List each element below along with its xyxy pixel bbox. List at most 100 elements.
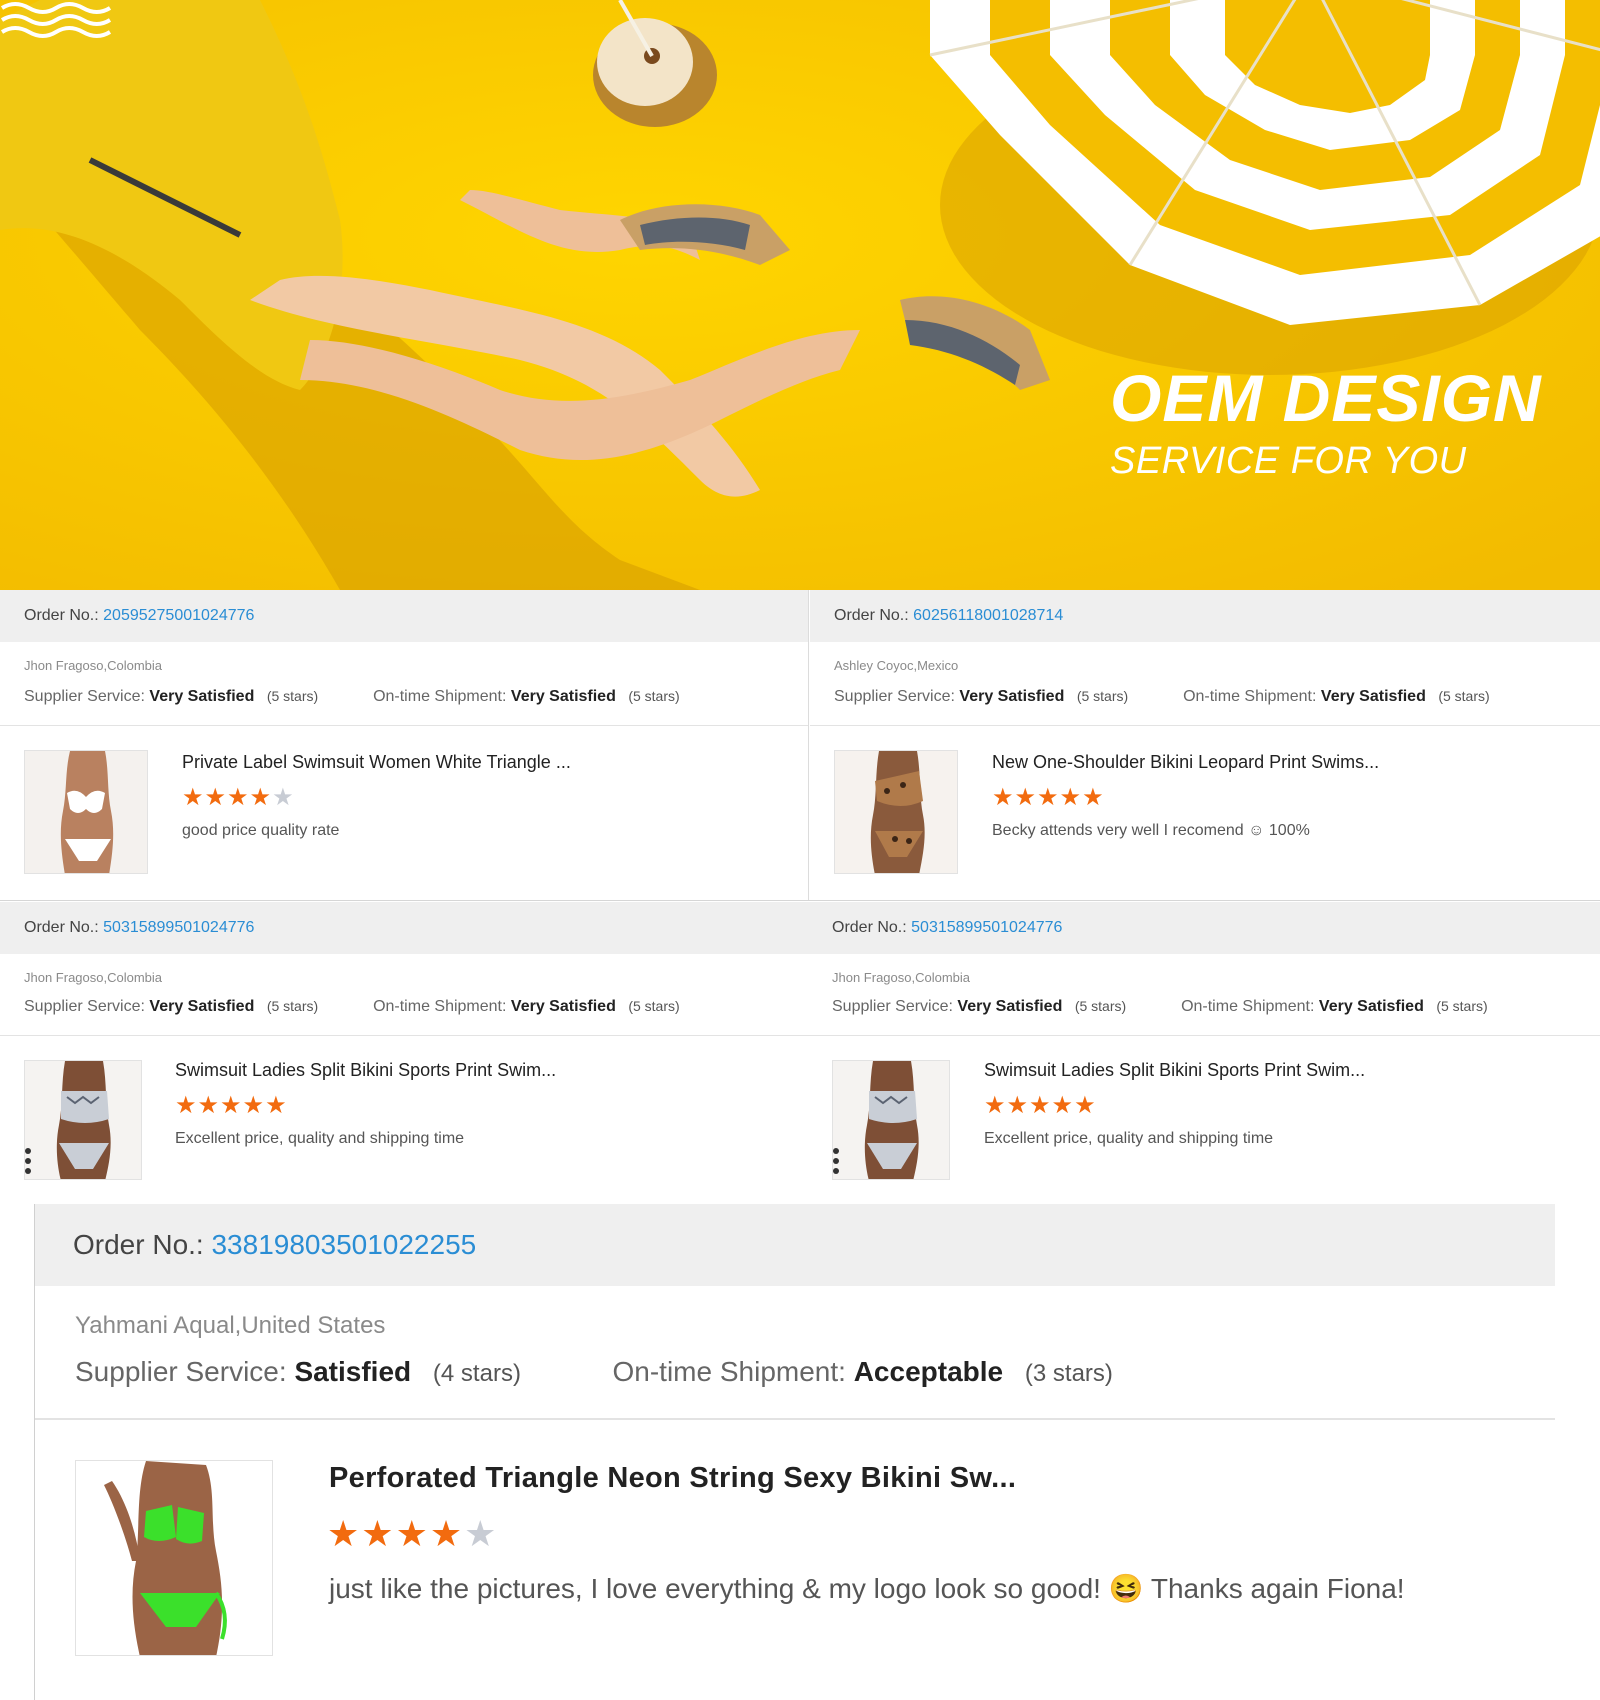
rating-stars: ★ ★ ★ ★ ★ bbox=[175, 1094, 288, 1118]
more-dots-icon[interactable] bbox=[833, 1148, 839, 1174]
review-comment: Excellent price, quality and shipping ti… bbox=[175, 1130, 465, 1147]
star-filled-icon: ★ bbox=[265, 1092, 287, 1119]
shipment-value: Acceptable bbox=[853, 1356, 1004, 1387]
product-thumbnail[interactable] bbox=[24, 750, 148, 874]
shipment-stars: (5 stars) bbox=[628, 688, 680, 704]
shipment-value: Very Satisfied bbox=[1318, 998, 1424, 1015]
star-filled-icon: ★ bbox=[182, 784, 204, 811]
banner-subtitle: SERVICE FOR YOU bbox=[1110, 440, 1467, 482]
more-dots-icon[interactable] bbox=[25, 1148, 31, 1174]
divider bbox=[808, 1035, 1600, 1036]
product-thumbnail[interactable] bbox=[24, 1060, 142, 1180]
star-filled-icon: ★ bbox=[327, 1513, 360, 1554]
shipment-value: Very Satisfied bbox=[510, 998, 616, 1015]
banner-title: OEM DESIGN bbox=[1110, 361, 1542, 435]
review-card-1: Order No.: 20595275001024776 Jhon Fragos… bbox=[0, 590, 808, 900]
star-filled-icon: ★ bbox=[175, 1092, 197, 1119]
product-thumbnail[interactable] bbox=[75, 1460, 273, 1656]
shipment-stars: (5 stars) bbox=[1438, 688, 1490, 704]
order-header: Order No.: 33819803501022255 bbox=[35, 1204, 1555, 1286]
service-ratings: Supplier Service: Very Satisfied (5 star… bbox=[24, 998, 680, 1016]
supplier-service-value: Very Satisfied bbox=[149, 998, 255, 1015]
buyer-name: Jhon Fragoso,Colombia bbox=[832, 970, 971, 985]
shipment-stars: (5 stars) bbox=[1436, 998, 1488, 1014]
star-filled-icon: ★ bbox=[1059, 784, 1082, 811]
review-card-5: Order No.: 33819803501022255 Yahmani Aqu… bbox=[35, 1204, 1555, 1700]
product-thumbnail[interactable] bbox=[834, 750, 958, 874]
star-filled-icon: ★ bbox=[1037, 784, 1059, 811]
order-number-link[interactable]: 50315899501024776 bbox=[911, 919, 1062, 937]
rating-stars: ★ ★ ★ ★ ★ bbox=[992, 786, 1105, 810]
supplier-service-value: Very Satisfied bbox=[957, 998, 1063, 1015]
waves-icon bbox=[0, 2, 112, 38]
service-ratings: Supplier Service: Very Satisfied (5 star… bbox=[834, 688, 1490, 706]
supplier-service-label: Supplier Service: bbox=[832, 998, 953, 1015]
star-filled-icon: ★ bbox=[395, 1513, 428, 1554]
star-filled-icon: ★ bbox=[429, 1513, 463, 1554]
supplier-service-label: Supplier Service: bbox=[24, 998, 145, 1015]
shipment-label: On-time Shipment: bbox=[1181, 998, 1315, 1015]
review-card-3: Order No.: 50315899501024776 Jhon Fragos… bbox=[0, 902, 808, 1192]
star-filled-icon: ★ bbox=[1029, 1092, 1051, 1119]
order-header: Order No.: 20595275001024776 bbox=[0, 590, 808, 642]
divider bbox=[0, 725, 808, 726]
product-title[interactable]: Swimsuit Ladies Split Bikini Sports Prin… bbox=[175, 1060, 556, 1081]
order-label: Order No.: bbox=[73, 1229, 204, 1260]
supplier-service-label: Supplier Service: bbox=[24, 688, 145, 705]
order-label: Order No.: bbox=[24, 607, 99, 624]
order-label: Order No.: bbox=[834, 607, 909, 624]
hero-banner: OEM DESIGN SERVICE FOR YOU bbox=[0, 0, 1600, 590]
star-filled-icon: ★ bbox=[204, 784, 227, 811]
review-card-2: Order No.: 60256118001028714 Ashley Coyo… bbox=[810, 590, 1600, 900]
service-ratings: Supplier Service: Very Satisfied (5 star… bbox=[832, 998, 1488, 1016]
star-filled-icon: ★ bbox=[1006, 1092, 1029, 1119]
review-comment: just like the pictures, I love everythin… bbox=[329, 1573, 1405, 1604]
review-comment: Becky attends very well I recomend ☺ 100… bbox=[992, 822, 1310, 839]
order-label: Order No.: bbox=[832, 919, 907, 936]
snake-print-bikini-photo-icon bbox=[833, 1061, 949, 1179]
order-number-link[interactable]: 20595275001024776 bbox=[103, 607, 254, 625]
snake-print-bikini-photo-icon bbox=[25, 1061, 141, 1179]
product-thumbnail[interactable] bbox=[832, 1060, 950, 1180]
rating-stars: ★ ★ ★ ★ ★ bbox=[327, 1516, 498, 1552]
white-bikini-photo-icon bbox=[25, 751, 147, 873]
leopard-bikini-photo-icon bbox=[835, 751, 957, 873]
neon-green-bikini-photo-icon bbox=[76, 1461, 272, 1655]
shipment-value: Very Satisfied bbox=[510, 688, 616, 705]
star-filled-icon: ★ bbox=[249, 784, 272, 811]
star-filled-icon: ★ bbox=[1051, 1092, 1074, 1119]
supplier-service-label: Supplier Service: bbox=[834, 688, 955, 705]
supplier-service-stars: (5 stars) bbox=[266, 688, 319, 704]
review-card-4: Order No.: 50315899501024776 Jhon Fragos… bbox=[808, 902, 1600, 1192]
buyer-name: Ashley Coyoc,Mexico bbox=[834, 658, 959, 673]
shipment-stars: (3 stars) bbox=[1024, 1360, 1113, 1387]
star-filled-icon: ★ bbox=[361, 1513, 394, 1554]
rating-stars: ★ ★ ★ ★ ★ bbox=[984, 1094, 1097, 1118]
star-filled-icon: ★ bbox=[1074, 1092, 1096, 1119]
divider bbox=[810, 725, 1600, 726]
product-title[interactable]: New One-Shoulder Bikini Leopard Print Sw… bbox=[992, 752, 1379, 773]
star-filled-icon: ★ bbox=[984, 1092, 1006, 1119]
star-filled-icon: ★ bbox=[1082, 784, 1104, 811]
buyer-name: Jhon Fragoso,Colombia bbox=[24, 970, 163, 985]
supplier-service-label: Supplier Service: bbox=[75, 1356, 287, 1387]
product-title[interactable]: Perforated Triangle Neon String Sexy Bik… bbox=[329, 1462, 1016, 1495]
column-separator bbox=[808, 590, 809, 900]
buyer-name: Yahmani Aqual,United States bbox=[75, 1312, 386, 1339]
service-ratings: Supplier Service: Very Satisfied (5 star… bbox=[24, 688, 680, 706]
star-filled-icon: ★ bbox=[242, 1092, 265, 1119]
supplier-service-value: Very Satisfied bbox=[959, 688, 1065, 705]
product-title[interactable]: Private Label Swimsuit Women White Trian… bbox=[182, 752, 571, 773]
star-filled-icon: ★ bbox=[227, 784, 249, 811]
order-number-link[interactable]: 50315899501024776 bbox=[103, 919, 254, 937]
product-title[interactable]: Swimsuit Ladies Split Bikini Sports Prin… bbox=[984, 1060, 1365, 1081]
service-ratings: Supplier Service: Satisfied (4 stars) On… bbox=[75, 1356, 1113, 1388]
order-number-link[interactable]: 33819803501022255 bbox=[211, 1229, 476, 1261]
supplier-service-stars: (5 stars) bbox=[1076, 688, 1129, 704]
divider bbox=[35, 1418, 1555, 1420]
star-filled-icon: ★ bbox=[1014, 784, 1037, 811]
order-number-link[interactable]: 60256118001028714 bbox=[913, 607, 1063, 625]
shipment-value: Very Satisfied bbox=[1320, 688, 1426, 705]
shipment-label: On-time Shipment: bbox=[1183, 688, 1317, 705]
shipment-label: On-time Shipment: bbox=[612, 1356, 846, 1387]
